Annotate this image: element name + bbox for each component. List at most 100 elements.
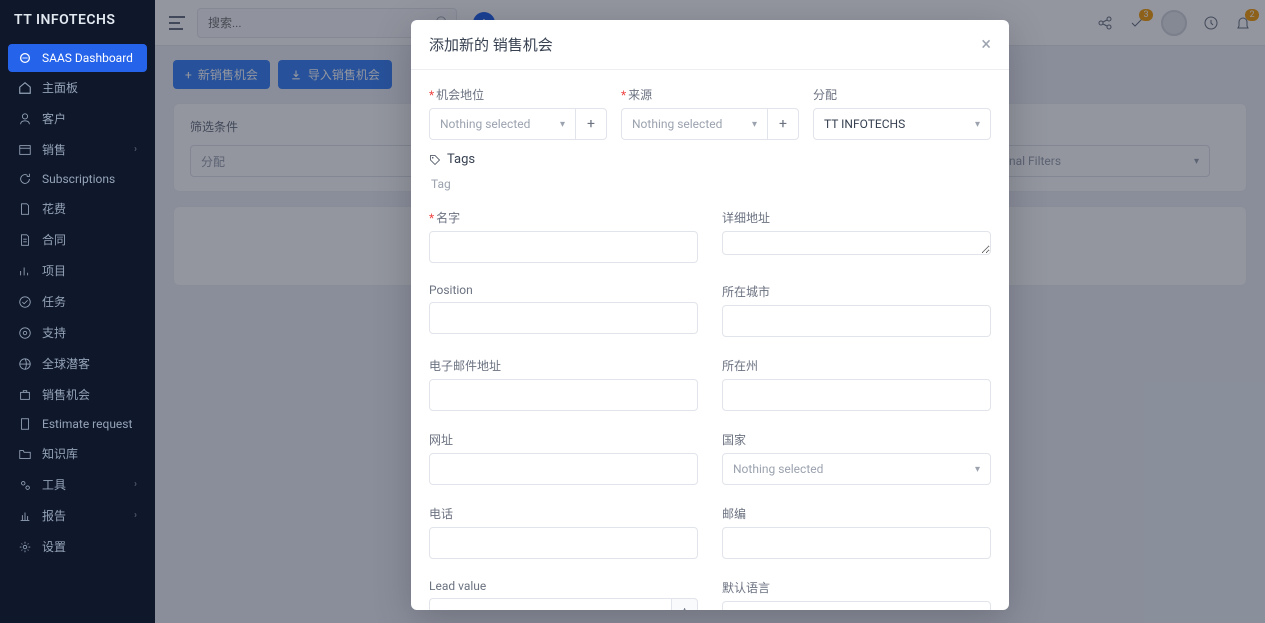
check-icon bbox=[18, 295, 32, 309]
sidebar-item-label: SAAS Dashboard bbox=[42, 51, 133, 65]
sidebar-item-estimate[interactable]: Estimate request bbox=[8, 410, 147, 438]
add-source-button[interactable]: + bbox=[767, 108, 799, 140]
state-input[interactable] bbox=[722, 379, 991, 411]
language-select[interactable]: 系统默认▾ bbox=[722, 601, 991, 610]
phone-input[interactable] bbox=[429, 527, 698, 559]
sidebar-item-tasks[interactable]: 任务 bbox=[8, 286, 147, 317]
source-select[interactable]: Nothing selected ▾ bbox=[621, 108, 767, 140]
country-label: 国家 bbox=[722, 431, 991, 448]
sidebar-item-knowledge[interactable]: 知识库 bbox=[8, 438, 147, 469]
folder-icon bbox=[18, 447, 32, 461]
document-icon bbox=[18, 233, 32, 247]
file-icon bbox=[18, 202, 32, 216]
tag-icon bbox=[429, 154, 441, 166]
opportunity-status-select[interactable]: Nothing selected ▾ bbox=[429, 108, 575, 140]
sidebar-item-customers[interactable]: 客户 bbox=[8, 103, 147, 134]
sidebar-nav: SAAS Dashboard 主面板 客户 销售› Subscriptions … bbox=[0, 40, 155, 566]
email-input[interactable] bbox=[429, 379, 698, 411]
new-opportunity-modal: 添加新的 销售机会 × *机会地位 Nothing selected ▾ + *来源… bbox=[411, 20, 1009, 610]
sidebar-item-opportunities[interactable]: 销售机会 bbox=[8, 379, 147, 410]
sidebar-item-label: Estimate request bbox=[42, 417, 132, 431]
select-value: TT INFOTECHS bbox=[824, 117, 905, 131]
sidebar-item-label: 花费 bbox=[42, 200, 66, 217]
sidebar-item-label: 销售 bbox=[42, 141, 66, 158]
sidebar-item-leads[interactable]: 全球潜客 bbox=[8, 348, 147, 379]
sidebar-item-label: 项目 bbox=[42, 262, 66, 279]
chevron-down-icon: ▾ bbox=[560, 119, 565, 130]
sidebar: TT INFOTECHS SAAS Dashboard 主面板 客户 销售 › S… bbox=[0, 0, 155, 623]
user-icon bbox=[18, 112, 32, 126]
sidebar-item-label: 全球潜客 bbox=[42, 355, 90, 372]
select-value: Nothing selected bbox=[733, 462, 823, 476]
sidebar-item-tools[interactable]: 工具› bbox=[8, 469, 147, 500]
address-input[interactable] bbox=[722, 231, 991, 255]
language-label: 默认语言 bbox=[722, 579, 991, 596]
zip-label: 邮编 bbox=[722, 505, 991, 522]
dashboard-icon bbox=[18, 51, 32, 65]
zip-input[interactable] bbox=[722, 527, 991, 559]
sidebar-item-expenses[interactable]: 花费 bbox=[8, 193, 147, 224]
website-label: 网址 bbox=[429, 431, 698, 448]
sidebar-item-label: 客户 bbox=[42, 110, 66, 127]
sidebar-item-dashboard[interactable]: SAAS Dashboard bbox=[8, 44, 147, 72]
modal-body: *机会地位 Nothing selected ▾ + *来源 Nothing sel… bbox=[411, 70, 1009, 610]
address-label: 详细地址 bbox=[722, 209, 991, 226]
phone-label: 电话 bbox=[429, 505, 698, 522]
tags-label: Tags bbox=[447, 152, 475, 167]
chart-icon bbox=[18, 264, 32, 278]
sidebar-item-label: Subscriptions bbox=[42, 172, 115, 186]
select-value: Nothing selected bbox=[440, 117, 530, 131]
sidebar-item-sales[interactable]: 销售 › bbox=[8, 134, 147, 165]
modal-overlay: 添加新的 销售机会 × *机会地位 Nothing selected ▾ + *来源… bbox=[155, 0, 1265, 623]
sidebar-item-label: 支持 bbox=[42, 324, 66, 341]
tags-input[interactable]: Tag bbox=[429, 173, 991, 195]
sidebar-item-support[interactable]: 支持 bbox=[8, 317, 147, 348]
refresh-icon bbox=[18, 172, 32, 186]
close-icon[interactable]: × bbox=[981, 36, 991, 54]
website-input[interactable] bbox=[429, 453, 698, 485]
sidebar-item-label: 合同 bbox=[42, 231, 66, 248]
main-area: + 3 2 +新销售机会 导入销售机会 筛选条件 分配▾ Additional … bbox=[155, 0, 1265, 623]
sidebar-item-projects[interactable]: 项目 bbox=[8, 255, 147, 286]
position-input[interactable] bbox=[429, 302, 698, 334]
sidebar-item-home[interactable]: 主面板 bbox=[8, 72, 147, 103]
chevron-down-icon: ▾ bbox=[975, 119, 980, 130]
gear-icon bbox=[18, 540, 32, 554]
leadvalue-input[interactable] bbox=[429, 598, 671, 610]
name-label: *名字 bbox=[429, 209, 698, 226]
sidebar-item-settings[interactable]: 设置 bbox=[8, 531, 147, 562]
sales-icon bbox=[18, 143, 32, 157]
chevron-down-icon: ▾ bbox=[752, 119, 757, 130]
chevron-right-icon: › bbox=[134, 144, 137, 155]
sidebar-item-label: 销售机会 bbox=[42, 386, 90, 403]
state-label: 所在州 bbox=[722, 357, 991, 374]
opportunity-status-label: *机会地位 bbox=[429, 86, 607, 103]
sidebar-item-label: 知识库 bbox=[42, 445, 78, 462]
page-icon bbox=[18, 417, 32, 431]
add-status-button[interactable]: + bbox=[575, 108, 607, 140]
country-select[interactable]: Nothing selected ▾ bbox=[722, 453, 991, 485]
sidebar-item-label: 主面板 bbox=[42, 79, 78, 96]
brand-title: TT INFOTECHS bbox=[0, 0, 155, 40]
source-label: *来源 bbox=[621, 86, 799, 103]
sidebar-item-contracts[interactable]: 合同 bbox=[8, 224, 147, 255]
position-label: Position bbox=[429, 283, 698, 297]
sidebar-item-label: 工具 bbox=[42, 476, 66, 493]
tags-section: Tags Tag bbox=[429, 152, 991, 195]
chevron-down-icon: ▾ bbox=[975, 464, 980, 475]
modal-header: 添加新的 销售机会 × bbox=[411, 20, 1009, 70]
assign-label: 分配 bbox=[813, 86, 991, 103]
sidebar-item-subscriptions[interactable]: Subscriptions bbox=[8, 165, 147, 193]
leadvalue-label: Lead value bbox=[429, 579, 698, 593]
sidebar-item-reports[interactable]: 报告› bbox=[8, 500, 147, 531]
assign-select[interactable]: TT INFOTECHS ▾ bbox=[813, 108, 991, 140]
modal-title: 添加新的 销售机会 bbox=[429, 34, 553, 55]
home-icon bbox=[18, 81, 32, 95]
email-label: 电子邮件地址 bbox=[429, 357, 698, 374]
sidebar-item-label: 设置 bbox=[42, 538, 66, 555]
support-icon bbox=[18, 326, 32, 340]
name-input[interactable] bbox=[429, 231, 698, 263]
city-label: 所在城市 bbox=[722, 283, 991, 300]
city-input[interactable] bbox=[722, 305, 991, 337]
select-value: Nothing selected bbox=[632, 117, 722, 131]
